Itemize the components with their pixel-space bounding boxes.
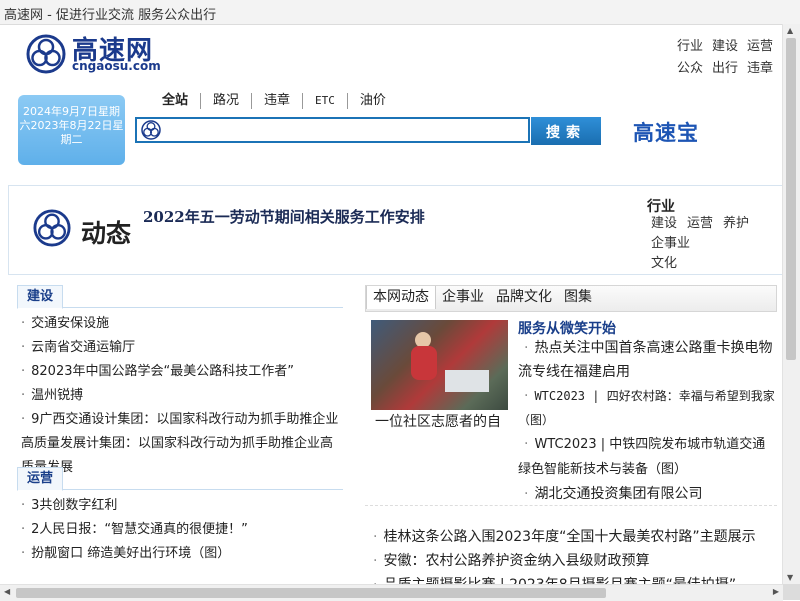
search-tab-traffic[interactable]: 路况 [201, 93, 253, 109]
category-jianshe[interactable]: 建设 [651, 216, 677, 231]
news-item[interactable]: 安徽：农村公路养护资金纳入县级财政预算 [373, 549, 778, 573]
scroll-down-icon[interactable]: ▼ [787, 573, 793, 582]
banner-categories: 建设 运营 养护企事业文化 [651, 214, 786, 274]
yunying-list: 3共创数字红利 2人民日报：“智慧交通真的很便捷！” 扮靓窗口 缔造美好出行环境… [17, 490, 343, 566]
vertical-scrollbar[interactable]: ▲ ▼ [782, 24, 800, 584]
list-item[interactable]: 交通安保设施 [21, 312, 343, 336]
gaosubao-link[interactable]: 高速宝 [633, 117, 699, 147]
category-qishiye[interactable]: 企事业 [651, 236, 690, 251]
tab-benwang[interactable]: 本网动态 [366, 286, 436, 309]
feature-item[interactable]: · 热点关注中国首条高速公路重卡换电物流专线在福建启用 [518, 336, 776, 384]
tab-tuji[interactable]: 图集 [558, 286, 598, 309]
search-input[interactable] [167, 121, 521, 141]
window-titlebar: 高速网 - 促进行业交流 服务公众出行 [0, 0, 800, 25]
logo-text-en: cngaosu.com [72, 59, 161, 73]
feature-item-text: WTC2023 | 四好农村路：幸福与希望到我家（图） [518, 389, 775, 427]
list-item[interactable]: 扮靓窗口 缔造美好出行环境（图） [21, 542, 343, 566]
horizontal-scrollbar[interactable]: ◀ ▶ [0, 584, 783, 601]
search-button[interactable]: 搜索 [531, 117, 601, 145]
feature-item[interactable]: · WTC2023 | 四好农村路：幸福与希望到我家（图） [518, 384, 776, 432]
list-item[interactable]: 2人民日报：“智慧交通真的很便捷！” [21, 518, 343, 542]
news-tabbar: 本网动态 企事业 品牌文化 图集 [365, 285, 777, 312]
dongtai-logo-icon [33, 209, 71, 247]
horizontal-scroll-thumb[interactable] [16, 588, 606, 598]
jianshe-list: 交通安保设施 云南省交通运输厅 82023年中国公路学会“最美公路科技工作者” … [17, 308, 343, 480]
news-item[interactable]: 桂林这条公路入围2023年度“全国十大最美农村路”主题展示 [373, 525, 778, 549]
feature-title[interactable]: 服务从微笑开始 [518, 318, 616, 338]
search-tab-etc[interactable]: ETC [303, 93, 348, 109]
top-link-hangye[interactable]: 行业 [677, 36, 703, 58]
category-yunying[interactable]: 运营 [687, 216, 713, 231]
top-link-jianshe[interactable]: 建设 [712, 36, 738, 58]
scroll-left-icon[interactable]: ◀ [4, 587, 10, 596]
photo-caption[interactable]: 一位社区志愿者的自 [375, 411, 501, 431]
top-link-yunying[interactable]: 运营 [747, 36, 773, 58]
scroll-up-icon[interactable]: ▲ [787, 26, 793, 35]
banner-category-title[interactable]: 行业 [647, 196, 675, 216]
scrollbar-corner [783, 584, 800, 600]
section-tab-jianshe[interactable]: 建设 [17, 285, 64, 309]
top-nav: 行业 建设 运营公众 出行 违章 [668, 36, 778, 80]
logo-mark-icon [26, 34, 66, 74]
feature-photo[interactable] [371, 320, 508, 410]
feature-item-text: 热点关注中国首条高速公路重卡换电物流专线在福建启用 [518, 340, 773, 380]
banner-headline[interactable]: 2022年五一劳动节期间相关服务工作安排 [143, 206, 425, 227]
search-tabs: 全站 路况 违章 ETC 油价 [150, 93, 398, 113]
section-tab-yunying[interactable]: 运营 [17, 467, 64, 491]
category-yanghu[interactable]: 养护 [723, 216, 749, 231]
top-link-weizhang[interactable]: 违章 [747, 58, 773, 80]
feature-item-text: WTC2023 | 中铁四院发布城市轨道交通绿色智能新技术与装备（图） [518, 437, 766, 477]
site-logo[interactable]: 高速网 cngaosu.com [26, 32, 176, 78]
section-jianshe-header: 建设 [17, 283, 343, 309]
list-item[interactable]: 3共创数字红利 [21, 494, 343, 518]
date-box: 2024年9月7日星期六2023年8月22日星期二 [18, 95, 125, 165]
left-column: 建设 交通安保设施 云南省交通运输厅 82023年中国公路学会“最美公路科技工作… [17, 283, 343, 566]
window-title: 高速网 - 促进行业交流 服务公众出行 [4, 8, 217, 23]
category-wenhua[interactable]: 文化 [651, 256, 677, 271]
feature-item[interactable]: · WTC2023 | 中铁四院发布城市轨道交通绿色智能新技术与装备（图） [518, 432, 776, 482]
feature-item[interactable]: · 湖北交通投资集团有限公司 [518, 482, 776, 506]
list-item[interactable]: 温州锐搏 [21, 384, 343, 408]
top-link-chuxing[interactable]: 出行 [712, 58, 738, 80]
top-link-gongzhong[interactable]: 公众 [677, 58, 703, 80]
search-logo-icon [141, 120, 161, 140]
tab-qishiye[interactable]: 企事业 [436, 286, 490, 309]
dongtai-banner: 动态 2022年五一劳动节期间相关服务工作安排 行业 建设 运营 养护企事业文化 [8, 185, 783, 275]
scroll-right-icon[interactable]: ▶ [773, 587, 779, 596]
list-item[interactable]: 云南省交通运输厅 [21, 336, 343, 360]
right-column: 本网动态 企事业 品牌文化 图集 一位社区志愿者的自 服务从微笑开始 · 热点关注中国首… [365, 285, 777, 593]
dongtai-label: 动态 [81, 219, 132, 248]
feature-list: · 热点关注中国首条高速公路重卡换电物流专线在福建启用 · WTC2023 | 四好… [518, 336, 776, 506]
search-tab-all[interactable]: 全站 [150, 93, 202, 109]
search-box [135, 117, 530, 143]
divider [365, 505, 777, 506]
search-tab-oil[interactable]: 油价 [348, 93, 398, 109]
feature-item-text: 湖北交通投资集团有限公司 [534, 486, 703, 502]
tab-pinpai[interactable]: 品牌文化 [490, 286, 558, 309]
list-item[interactable]: 82023年中国公路学会“最美公路科技工作者” [21, 360, 343, 384]
vertical-scroll-thumb[interactable] [786, 38, 796, 360]
section-yunying-header: 运营 [17, 465, 343, 491]
search-tab-violation[interactable]: 违章 [252, 93, 304, 109]
